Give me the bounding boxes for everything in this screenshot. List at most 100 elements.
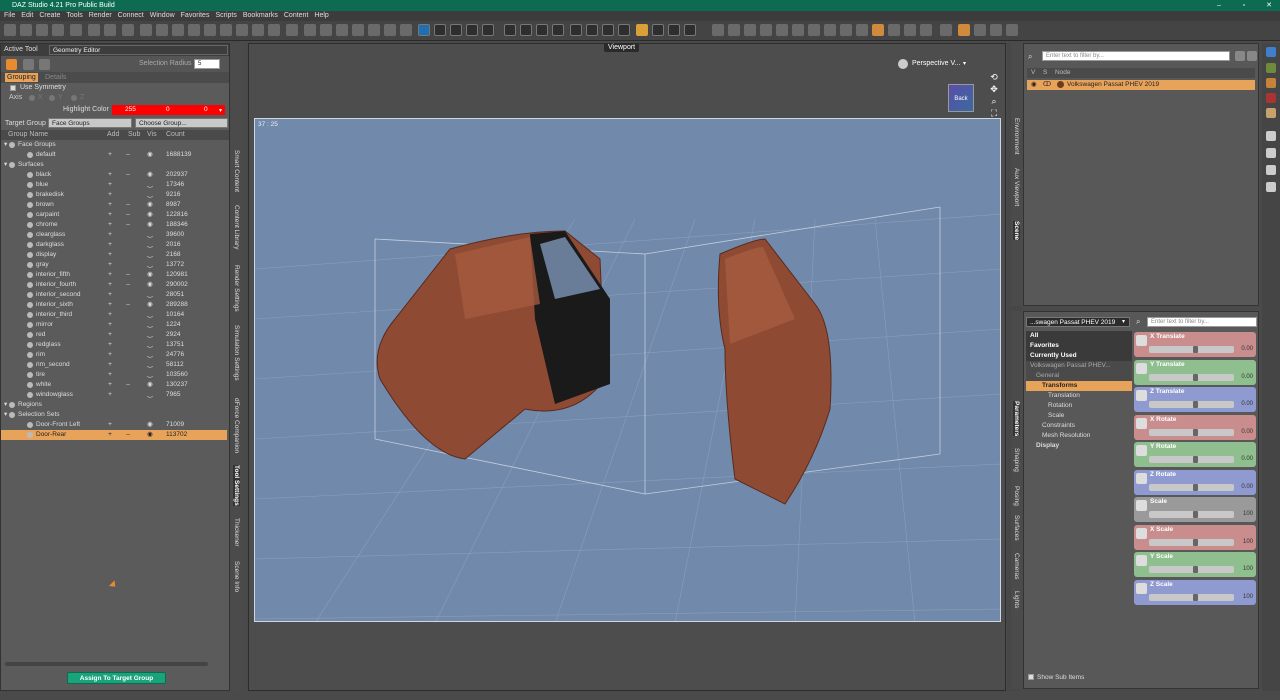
visibility-icon[interactable]: ◉: [145, 300, 155, 310]
chevron-down-icon[interactable]: ▾: [219, 107, 222, 114]
tool-icon[interactable]: [368, 24, 380, 36]
sub-toggle[interactable]: –: [125, 220, 131, 230]
group-row[interactable]: interior_fifth + – ◉ 120981: [1, 270, 227, 280]
slider-value[interactable]: 0.00: [1241, 429, 1253, 435]
group-row[interactable]: carpaint + – ◉ 122816: [1, 210, 227, 220]
add-toggle[interactable]: +: [107, 170, 113, 180]
group-row[interactable]: clearglass + ‿ 39600: [1, 230, 227, 240]
sub-toggle[interactable]: –: [125, 150, 131, 160]
visibility-icon[interactable]: ‿: [145, 190, 155, 200]
add-toggle[interactable]: +: [107, 200, 113, 210]
tab-cameras[interactable]: Cameras: [1013, 553, 1020, 579]
add-toggle[interactable]: +: [107, 390, 113, 400]
visibility-icon[interactable]: ◉: [145, 380, 155, 390]
lock-icon[interactable]: ↀ: [1043, 80, 1051, 90]
group-row[interactable]: rim_second + ‿ 58112: [1, 360, 227, 370]
group-row[interactable]: interior_fourth + – ◉ 290002: [1, 280, 227, 290]
panel-icon[interactable]: [1266, 47, 1276, 57]
slider-value[interactable]: 0.00: [1241, 374, 1253, 380]
scene-icon[interactable]: [504, 24, 516, 36]
slider-track[interactable]: [1149, 346, 1234, 353]
scene-icon[interactable]: [536, 24, 548, 36]
menu-content[interactable]: Content: [284, 11, 309, 21]
scene-icon[interactable]: [618, 24, 630, 36]
tool-icon[interactable]: [336, 24, 348, 36]
add-toggle[interactable]: +: [107, 270, 113, 280]
new-scene-icon[interactable]: [4, 24, 16, 36]
visibility-icon[interactable]: ◉: [145, 200, 155, 210]
scene-icon[interactable]: [586, 24, 598, 36]
col-count[interactable]: Count: [166, 131, 185, 138]
sub-toggle[interactable]: –: [125, 280, 131, 290]
sub-toggle[interactable]: –: [125, 270, 131, 280]
active-tool-dropdown[interactable]: Geometry Editor: [49, 45, 228, 55]
param-slider[interactable]: Scale 100: [1134, 497, 1256, 522]
expand-arrow-icon[interactable]: ▾: [4, 410, 7, 420]
slider-track[interactable]: [1149, 456, 1234, 463]
visibility-icon[interactable]: ◉: [145, 430, 155, 440]
lasso-mode-icon[interactable]: [23, 59, 34, 70]
tab-dforce-companion[interactable]: dForce Companion: [233, 398, 240, 453]
zoom-icon[interactable]: ⌕: [988, 96, 1000, 108]
visibility-icon[interactable]: ‿: [145, 360, 155, 370]
tab-render-settings[interactable]: Render Settings: [233, 265, 240, 312]
param-tree-item[interactable]: Favorites: [1026, 341, 1132, 351]
tool-icon[interactable]: [856, 24, 868, 36]
group-section-row[interactable]: ▾ Face Groups: [1, 140, 227, 150]
menu-connect[interactable]: Connect: [118, 11, 144, 21]
param-slider[interactable]: Y Scale 100: [1134, 552, 1256, 577]
menu-render[interactable]: Render: [89, 11, 112, 21]
param-tree-item[interactable]: Mesh Resolution: [1026, 431, 1132, 441]
visibility-icon[interactable]: ◉: [145, 420, 155, 430]
group-section-row[interactable]: ▾ Surfaces: [1, 160, 227, 170]
tab-details[interactable]: Details: [45, 73, 66, 82]
scene-icon[interactable]: [552, 24, 564, 36]
tool-icon[interactable]: [220, 24, 232, 36]
scene-icon[interactable]: [602, 24, 614, 36]
slider-value[interactable]: 100: [1243, 566, 1253, 572]
group-row[interactable]: black + – ◉ 202937: [1, 170, 227, 180]
add-toggle[interactable]: +: [107, 320, 113, 330]
group-row[interactable]: Door-Front Left + ◉ 71009: [1, 420, 227, 430]
select-mode-icon[interactable]: [6, 59, 17, 70]
move-icon[interactable]: [792, 24, 804, 36]
chevron-down-icon[interactable]: ▾: [963, 60, 966, 67]
save-subset-icon[interactable]: [70, 24, 82, 36]
menu-bookmarks[interactable]: Bookmarks: [243, 11, 278, 21]
visibility-icon[interactable]: ◉: [145, 270, 155, 280]
translate-icon[interactable]: [776, 24, 788, 36]
add-toggle[interactable]: +: [107, 220, 113, 230]
slider-handle[interactable]: [1193, 511, 1199, 518]
tool-icon[interactable]: [940, 24, 952, 36]
param-tree-item[interactable]: Transforms: [1026, 381, 1132, 391]
menu-edit[interactable]: Edit: [21, 11, 33, 21]
slider-handle[interactable]: [1193, 538, 1199, 546]
expand-arrow-icon[interactable]: ▾: [4, 140, 7, 150]
menu-window[interactable]: Window: [150, 11, 175, 21]
scene-filter-input[interactable]: Enter text to filter by...: [1042, 51, 1230, 61]
group-row[interactable]: white + – ◉ 130237: [1, 380, 227, 390]
tab-lights[interactable]: Lights: [1013, 591, 1020, 608]
tab-smart-content[interactable]: Smart Content: [233, 150, 240, 192]
group-row[interactable]: Door-Rear + – ◉ 113702: [1, 430, 227, 440]
tool-icon[interactable]: [824, 24, 836, 36]
add-toggle[interactable]: +: [107, 360, 113, 370]
tool-icon[interactable]: [974, 24, 986, 36]
tool-icon[interactable]: [188, 24, 200, 36]
visibility-icon[interactable]: ◉: [145, 150, 155, 160]
iray-icon[interactable]: [418, 24, 430, 36]
menu-favorites[interactable]: Favorites: [181, 11, 210, 21]
slider-value[interactable]: 100: [1243, 594, 1253, 600]
minimize-button[interactable]: –: [1212, 0, 1226, 11]
add-toggle[interactable]: +: [107, 310, 113, 320]
param-tree-item[interactable]: Constraints: [1026, 421, 1132, 431]
panel-icon[interactable]: [1266, 78, 1276, 88]
scale-icon[interactable]: [808, 24, 820, 36]
group-row[interactable]: interior_sixth + – ◉ 289288: [1, 300, 227, 310]
tool-icon[interactable]: [990, 24, 1002, 36]
group-section-row[interactable]: ▾ Selection Sets: [1, 410, 227, 420]
visibility-icon[interactable]: ‿: [145, 340, 155, 350]
expand-arrow-icon[interactable]: ▾: [4, 400, 7, 410]
slider-track[interactable]: [1149, 511, 1234, 518]
param-slider[interactable]: Y Rotate 0.00: [1134, 442, 1256, 467]
